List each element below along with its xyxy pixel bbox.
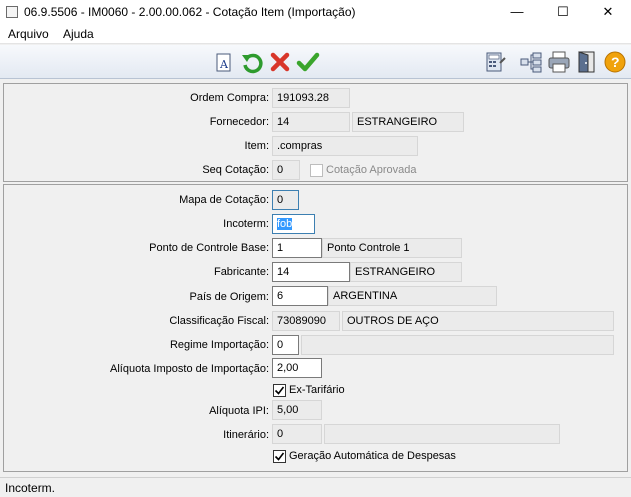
minimize-button[interactable]: — xyxy=(494,0,540,24)
status-bar xyxy=(0,477,631,497)
menu-ajuda[interactable]: Ajuda xyxy=(63,27,94,41)
regime-importacao-desc xyxy=(301,335,614,355)
help-icon[interactable]: ? xyxy=(602,49,628,75)
pais-origem-input[interactable]: 6 xyxy=(272,286,328,306)
check-mark-icon xyxy=(274,452,285,461)
incoterm-input[interactable]: fob xyxy=(272,214,315,234)
classificacao-fiscal-label: Classificação Fiscal: xyxy=(169,315,269,327)
regime-importacao-input[interactable]: 0 xyxy=(272,335,299,355)
fornecedor-label: Fornecedor: xyxy=(209,116,269,128)
fabricante-label: Fabricante: xyxy=(213,266,269,278)
classificacao-fiscal-code: 73089090 xyxy=(272,311,340,331)
menu-arquivo[interactable]: Arquivo xyxy=(8,27,49,41)
fabricante-input[interactable]: 14 xyxy=(272,262,350,282)
app-icon xyxy=(6,6,18,18)
exit-door-icon[interactable] xyxy=(574,49,600,75)
cotacao-aprovada-label: Cotação Aprovada xyxy=(326,164,417,176)
ordem-compra-label: Ordem Compra: xyxy=(190,92,269,104)
geracao-despesas-checkbox[interactable] xyxy=(273,450,286,463)
incoterm-value: fob xyxy=(277,218,293,230)
confirm-icon[interactable] xyxy=(295,49,321,75)
menu-bar xyxy=(0,24,631,44)
seq-cotacao-field: 0 xyxy=(272,160,300,180)
mapa-cotacao-field[interactable]: 0 xyxy=(272,190,299,210)
aliquota-ipi-field: 5,00 xyxy=(272,400,322,420)
item-field: .compras xyxy=(272,136,418,156)
undo-icon[interactable] xyxy=(239,49,265,75)
ponto-controle-desc: Ponto Controle 1 xyxy=(322,238,462,258)
ex-tarifario-checkbox[interactable] xyxy=(273,384,286,397)
svg-text:A: A xyxy=(219,58,229,71)
window-title: 06.9.5506 - IM0060 - 2.00.00.062 - Cotaç… xyxy=(24,5,356,19)
ponto-controle-input[interactable]: 1 xyxy=(272,238,322,258)
close-button[interactable]: ✕ xyxy=(585,0,631,24)
svg-text:?: ? xyxy=(611,54,620,70)
fornecedor-name-field: ESTRANGEIRO xyxy=(352,112,464,132)
seq-cotacao-label: Seq Cotação: xyxy=(202,164,269,176)
itinerario-desc xyxy=(324,424,560,444)
fornecedor-code-field: 14 xyxy=(272,112,350,132)
aliquota-importacao-label: Alíquota Imposto de Importação: xyxy=(110,363,269,375)
check-mark-icon xyxy=(274,386,285,395)
geracao-despesas-label: Geração Automática de Despesas xyxy=(289,450,456,462)
mapa-cotacao-label: Mapa de Cotação: xyxy=(179,194,269,206)
incoterm-label: Incoterm: xyxy=(223,218,269,230)
printer-icon[interactable] xyxy=(546,49,572,75)
text-document-icon[interactable]: A xyxy=(211,49,237,75)
pais-origem-name: ARGENTINA xyxy=(328,286,497,306)
pais-origem-label: País de Origem: xyxy=(189,291,269,303)
fabricante-name: ESTRANGEIRO xyxy=(350,262,462,282)
aliquota-importacao-input[interactable]: 2,00 xyxy=(272,358,322,378)
aliquota-ipi-label: Alíquota IPI: xyxy=(209,405,269,417)
cancel-icon[interactable] xyxy=(267,49,293,75)
ordem-compra-field: 191093.28 xyxy=(272,88,350,108)
itinerario-label: Itinerário: xyxy=(223,429,269,441)
ponto-controle-label: Ponto de Controle Base: xyxy=(149,242,269,254)
itinerario-code: 0 xyxy=(272,424,322,444)
classificacao-fiscal-desc: OUTROS DE AÇO xyxy=(342,311,614,331)
status-text: Incoterm. xyxy=(5,481,56,495)
ex-tarifario-label: Ex-Tarifário xyxy=(289,384,345,396)
cotacao-aprovada-checkbox[interactable] xyxy=(310,164,323,177)
item-label: Item: xyxy=(244,140,269,152)
maximize-button[interactable]: ☐ xyxy=(540,0,586,24)
regime-importacao-label: Regime Importação: xyxy=(169,339,269,351)
calculator-icon[interactable] xyxy=(482,49,508,75)
tree-icon[interactable] xyxy=(518,49,544,75)
